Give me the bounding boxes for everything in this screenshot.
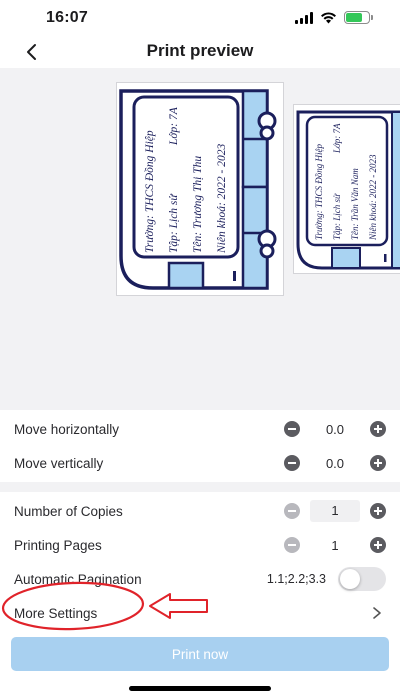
printing-pages-label: Printing Pages	[14, 537, 102, 553]
cellular-signal-icon	[295, 11, 313, 24]
status-time: 16:07	[46, 9, 88, 26]
home-indicator	[129, 686, 271, 691]
automatic-pagination-toggle[interactable]	[338, 567, 386, 591]
decrease-pages-button[interactable]	[284, 537, 300, 553]
increase-horizontal-button[interactable]	[370, 421, 386, 437]
printing-pages-value: 1	[331, 537, 339, 553]
print-settings: Move horizontally 0.0 Move vertically 0.…	[0, 410, 400, 630]
automatic-pagination-row: Automatic Pagination 1.1;2.2;3.3	[0, 562, 400, 596]
toggle-knob	[340, 569, 360, 589]
label-2-school: Trường: THCS Đồng Hiệp	[314, 144, 324, 240]
decrease-copies-button[interactable]	[284, 503, 300, 519]
label-1-year: Niên khoá: 2022 - 2023	[216, 144, 228, 254]
increase-copies-button[interactable]	[370, 503, 386, 519]
move-vertically-row: Move vertically 0.0	[0, 446, 400, 480]
increase-pages-button[interactable]	[370, 537, 386, 553]
battery-icon	[344, 11, 373, 24]
more-settings-label: More Settings	[14, 605, 98, 621]
copies-stepper: 1	[284, 500, 386, 522]
label-1-subject: Tập: Lịch sử	[168, 193, 180, 253]
label-2-year: Niên khoá: 2022 - 2023	[368, 154, 378, 241]
automatic-pagination-value: 1.1;2.2;3.3	[266, 572, 326, 586]
label-preview-2: Trường: THCS Đồng Hiệp Tập: Lịch sử Lớp:…	[293, 104, 400, 274]
printing-pages-stepper: 1	[284, 537, 386, 553]
move-vertically-stepper: 0.0	[284, 455, 386, 471]
decrease-vertical-button[interactable]	[284, 455, 300, 471]
move-vertically-label: Move vertically	[14, 455, 104, 471]
section-divider	[0, 482, 400, 492]
wifi-icon	[321, 11, 336, 23]
header: Print preview	[0, 38, 400, 68]
copies-label: Number of Copies	[14, 503, 123, 519]
chevron-right-icon	[373, 607, 381, 619]
label-2-subject: Tập: Lịch sử	[332, 193, 342, 240]
move-horizontally-row: Move horizontally 0.0	[0, 412, 400, 446]
copies-row: Number of Copies 1	[0, 494, 400, 528]
automatic-pagination-label: Automatic Pagination	[14, 571, 142, 587]
copies-value[interactable]: 1	[310, 500, 360, 522]
label-1-school: Trường: THCS Đồng Hiệp	[143, 130, 156, 253]
move-horizontally-stepper: 0.0	[284, 421, 386, 437]
move-vertically-value: 0.0	[325, 455, 345, 471]
page-title: Print preview	[146, 41, 254, 60]
status-icons	[295, 11, 373, 24]
decrease-horizontal-button[interactable]	[284, 421, 300, 437]
label-2-class: Lớp: 7A	[332, 123, 342, 154]
label-2-name: Tên: Trần Văn Nam	[350, 168, 360, 240]
move-horizontally-value: 0.0	[325, 421, 345, 437]
status-bar: 16:07	[0, 0, 400, 38]
increase-vertical-button[interactable]	[370, 455, 386, 471]
move-horizontally-label: Move horizontally	[14, 421, 120, 437]
label-1-class: Lớp: 7A	[168, 106, 180, 146]
print-now-button[interactable]: Print now	[11, 637, 389, 671]
label-preview-1: Trường: THCS Đồng Hiệp Tập: Lịch sử Lớp:…	[116, 82, 284, 296]
more-settings-row[interactable]: More Settings	[0, 596, 400, 630]
print-preview-area: Trường: THCS Đồng Hiệp Tập: Lịch sử Lớp:…	[0, 68, 400, 410]
printing-pages-row: Printing Pages 1	[0, 528, 400, 562]
label-1-name: Tên: Trương Thị Thu	[192, 156, 204, 253]
